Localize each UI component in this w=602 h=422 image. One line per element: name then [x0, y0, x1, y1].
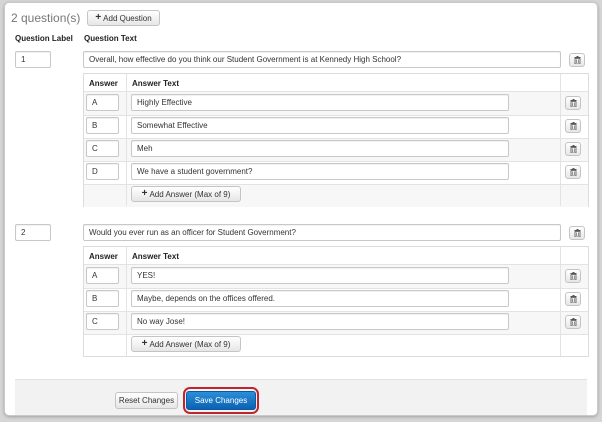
answer-label-input[interactable]: C	[86, 313, 119, 330]
question-text-header: Question Text	[84, 34, 137, 43]
answer-label-input[interactable]: A	[86, 94, 119, 111]
answer-text-input[interactable]: Meh	[131, 140, 509, 157]
answer-text-input[interactable]: Highly Effective	[131, 94, 509, 111]
add-answer-button[interactable]: + Add Answer (Max of 9)	[131, 336, 241, 352]
trash-icon	[570, 295, 576, 303]
answer-text-input[interactable]: YES!	[131, 267, 509, 284]
delete-answer-button[interactable]	[565, 142, 581, 156]
question-label-header: Question Label	[15, 34, 73, 43]
trash-icon	[574, 56, 580, 64]
delete-question-button[interactable]	[569, 226, 585, 240]
plus-icon: +	[95, 12, 102, 23]
form-actions-bar	[15, 379, 587, 415]
delete-answer-button[interactable]	[565, 96, 581, 110]
answer-header: Answer	[89, 79, 118, 88]
question-editor-window: 2 question(s) + Add Question Question La…	[4, 2, 598, 416]
answer-label-input[interactable]: D	[86, 163, 119, 180]
plus-icon: +	[141, 188, 148, 199]
question-text-input[interactable]: Overall, how effective do you think our …	[83, 51, 561, 68]
delete-answer-button[interactable]	[565, 119, 581, 133]
question-label-input[interactable]: 2	[15, 224, 51, 241]
answer-text-input[interactable]: Maybe, depends on the offices offered.	[131, 290, 509, 307]
answer-label-input[interactable]: B	[86, 117, 119, 134]
answer-header: Answer	[89, 252, 118, 261]
trash-icon	[570, 99, 576, 107]
delete-question-button[interactable]	[569, 53, 585, 67]
answer-text-input[interactable]: No way Jose!	[131, 313, 509, 330]
answer-text-header: Answer Text	[132, 79, 179, 88]
trash-icon	[574, 229, 580, 237]
reset-changes-button[interactable]: Reset Changes	[115, 392, 178, 409]
plus-icon: +	[141, 338, 148, 349]
answer-text-input[interactable]: We have a student government?	[131, 163, 509, 180]
trash-icon	[570, 122, 576, 130]
delete-answer-button[interactable]	[565, 292, 581, 306]
question-count: 2 question(s)	[11, 11, 81, 25]
delete-answer-button[interactable]	[565, 269, 581, 283]
question-label-input[interactable]: 1	[15, 51, 51, 68]
answer-text-header: Answer Text	[132, 252, 179, 261]
delete-answer-button[interactable]	[565, 165, 581, 179]
add-question-label: Add Question	[103, 13, 152, 23]
answer-label-input[interactable]: B	[86, 290, 119, 307]
delete-answer-button[interactable]	[565, 315, 581, 329]
add-question-button[interactable]: + Add Question	[87, 10, 160, 26]
trash-icon	[570, 272, 576, 280]
save-changes-button[interactable]: Save Changes	[186, 391, 256, 410]
add-answer-label: Add Answer (Max of 9)	[149, 339, 231, 349]
trash-icon	[570, 145, 576, 153]
answer-label-input[interactable]: A	[86, 267, 119, 284]
question-text-input[interactable]: Would you ever run as an officer for Stu…	[83, 224, 561, 241]
answer-label-input[interactable]: C	[86, 140, 119, 157]
add-answer-label: Add Answer (Max of 9)	[149, 189, 231, 199]
trash-icon	[570, 168, 576, 176]
answer-text-input[interactable]: Somewhat Effective	[131, 117, 509, 134]
trash-icon	[570, 318, 576, 326]
add-answer-button[interactable]: + Add Answer (Max of 9)	[131, 186, 241, 202]
